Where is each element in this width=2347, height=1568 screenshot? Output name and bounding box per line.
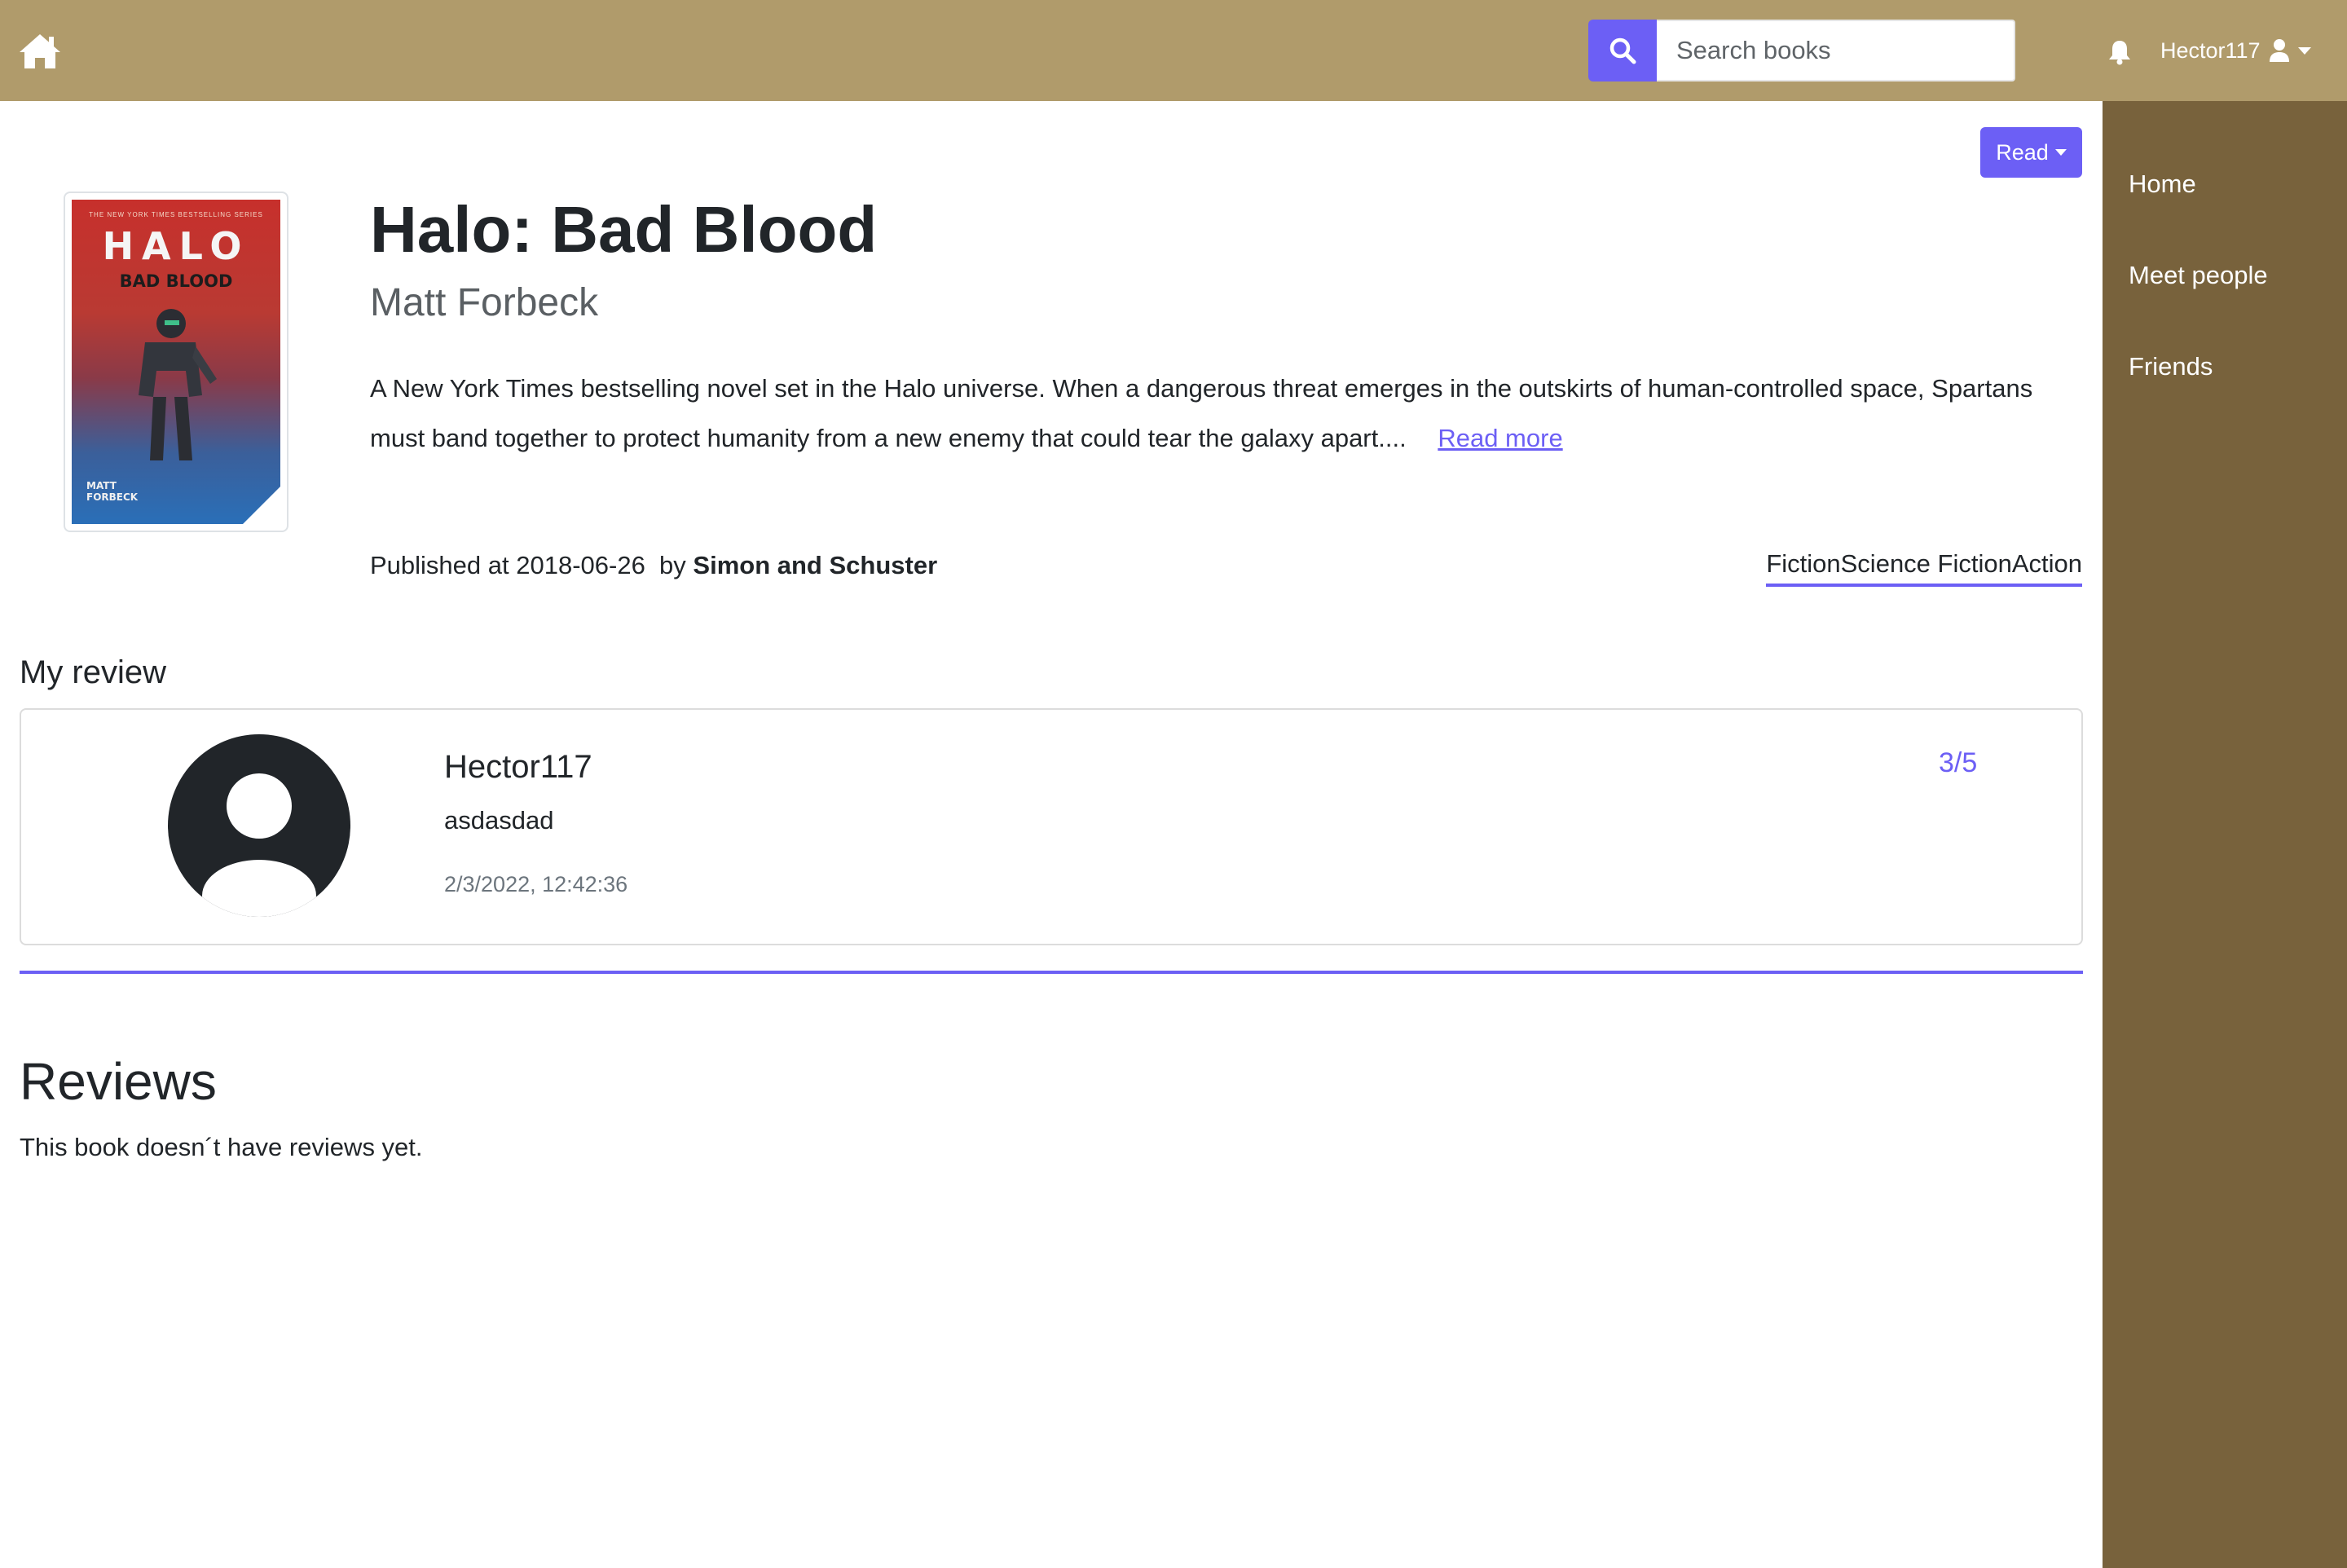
sidebar-item-meet-people[interactable]: Meet people bbox=[2129, 261, 2268, 290]
home-icon[interactable] bbox=[18, 33, 62, 70]
book-description: A New York Times bestselling novel set i… bbox=[370, 363, 2081, 463]
search-icon bbox=[1609, 37, 1636, 64]
review-text: asdasdad bbox=[444, 806, 554, 835]
right-sidebar: Home Meet people Friends bbox=[2103, 101, 2347, 1568]
book-genres: FictionScience FictionAction bbox=[1766, 549, 2082, 587]
search-button[interactable] bbox=[1588, 20, 1657, 81]
user-menu-dropdown[interactable]: Hector117 bbox=[2160, 33, 2311, 68]
published-date: Published at 2018-06-26 bbox=[370, 551, 645, 579]
book-title: Halo: Bad Blood bbox=[370, 193, 878, 266]
published-by: by bbox=[659, 551, 686, 579]
cover-page-curl bbox=[243, 487, 280, 524]
publication-info: Published at 2018-06-26 by Simon and Sch… bbox=[370, 551, 937, 580]
sidebar-item-home[interactable]: Home bbox=[2129, 170, 2196, 199]
review-username: Hector117 bbox=[444, 749, 592, 785]
section-divider bbox=[20, 971, 2083, 974]
book-author: Matt Forbeck bbox=[370, 281, 599, 324]
review-date: 2/3/2022, 12:42:36 bbox=[444, 872, 628, 896]
avatar-icon bbox=[168, 734, 350, 917]
read-status-dropdown[interactable]: Read bbox=[1980, 127, 2082, 178]
chevron-down-icon bbox=[2054, 149, 2067, 156]
cover-subtitle: BAD BLOOD bbox=[119, 271, 233, 291]
book-cover-frame: THE NEW YORK TIMES BESTSELLING SERIES HA… bbox=[64, 192, 288, 532]
my-review-card: Hector117 asdasdad 2/3/2022, 12:42:36 3/… bbox=[20, 708, 2083, 945]
search-input[interactable] bbox=[1657, 20, 2015, 81]
no-reviews-message: This book doesn´t have reviews yet. bbox=[20, 1133, 423, 1161]
cover-title: HALO bbox=[102, 224, 250, 268]
sidebar-item-friends[interactable]: Friends bbox=[2129, 352, 2213, 381]
chevron-down-icon bbox=[2297, 46, 2311, 55]
app-root: Hector117 Home Meet people Friends Read … bbox=[0, 0, 2347, 1568]
book-description-text: A New York Times bestselling novel set i… bbox=[370, 374, 2033, 452]
user-icon bbox=[2269, 39, 2289, 62]
top-navbar: Hector117 bbox=[0, 0, 2347, 101]
review-rating: 3/5 bbox=[1939, 747, 1978, 778]
read-more-link[interactable]: Read more bbox=[1438, 424, 1562, 452]
bell-icon[interactable] bbox=[2107, 39, 2132, 65]
publisher-name: Simon and Schuster bbox=[693, 551, 938, 579]
book-cover: THE NEW YORK TIMES BESTSELLING SERIES HA… bbox=[72, 200, 280, 524]
cover-author: MATT FORBECK bbox=[86, 480, 139, 503]
my-review-heading: My review bbox=[20, 654, 167, 690]
username-label: Hector117 bbox=[2160, 37, 2261, 63]
search-group bbox=[1588, 20, 2015, 81]
cover-spartan-figure bbox=[139, 309, 217, 460]
cover-series-line: THE NEW YORK TIMES BESTSELLING SERIES bbox=[89, 211, 263, 218]
read-status-label: Read bbox=[1996, 139, 2049, 165]
reviews-heading: Reviews bbox=[20, 1052, 217, 1111]
